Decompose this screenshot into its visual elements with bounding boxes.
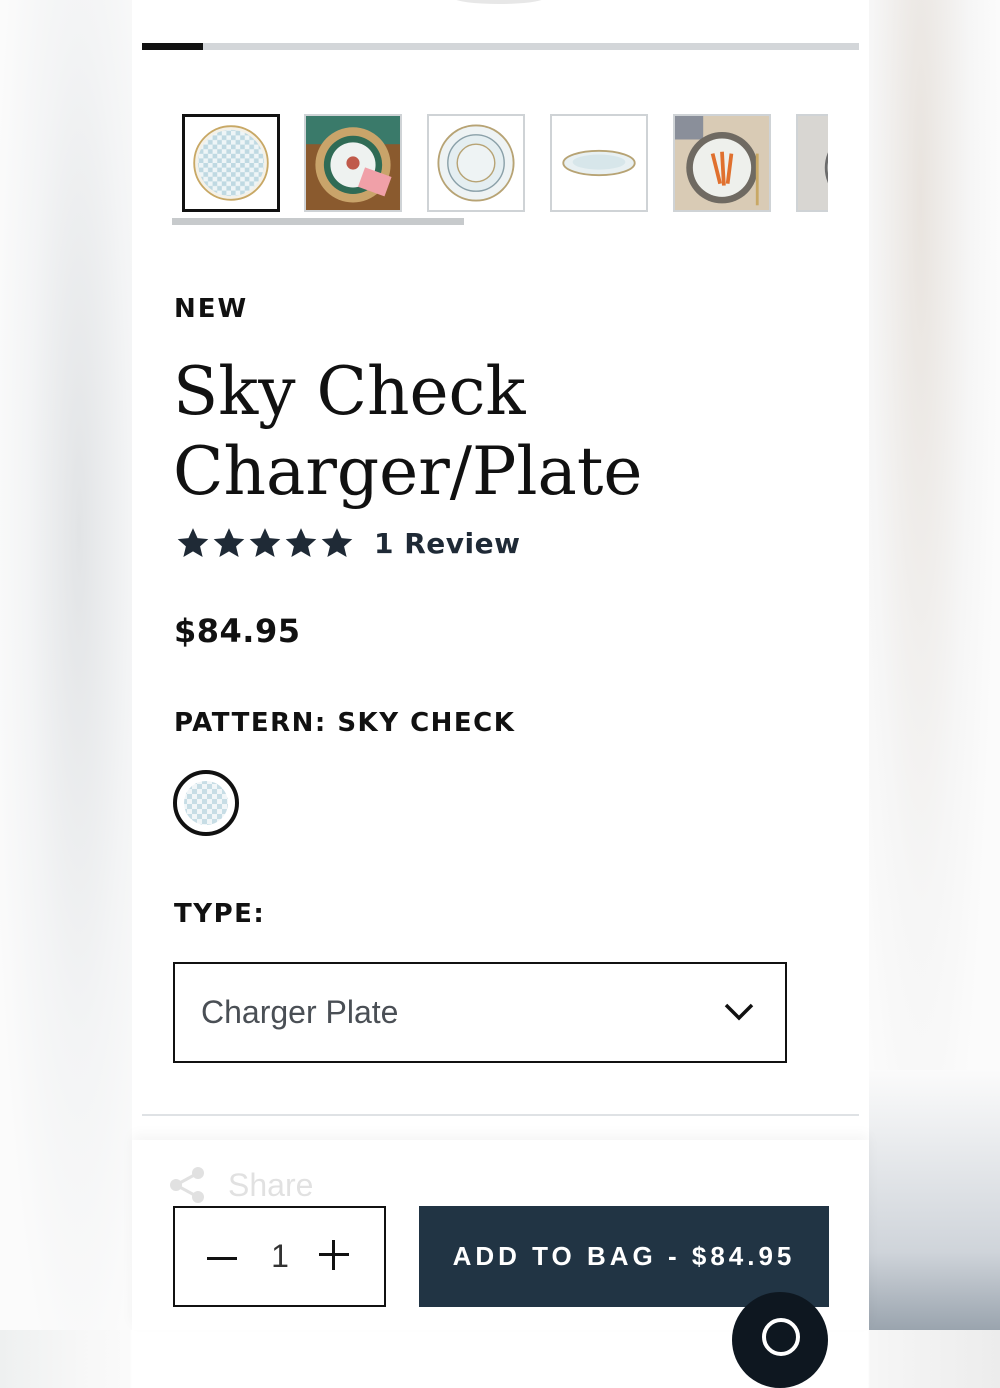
new-badge: NEW: [174, 294, 249, 324]
sky-check-swatch-image: [180, 777, 232, 829]
thumbnail-scrollbar[interactable]: [172, 218, 464, 225]
thumbnail-table-setting-carrots[interactable]: [673, 114, 771, 212]
add-to-bag-button[interactable]: ADD TO BAG - $84.95: [419, 1206, 829, 1307]
section-divider: [142, 1114, 859, 1116]
plate-partial-image: [798, 116, 828, 210]
star-icon: [321, 528, 353, 558]
share-icon: [170, 1167, 204, 1203]
plate-side-image: [552, 116, 646, 210]
star-icon: [249, 528, 281, 558]
pattern-label: PATTERN: SKY CHECK: [174, 708, 516, 738]
table-setting-image: [306, 116, 400, 210]
gallery-progress-fill: [142, 43, 203, 50]
thumbnail-table-setting-green[interactable]: [304, 114, 402, 212]
plate-front-image: [185, 117, 277, 209]
star-icon: [213, 528, 245, 558]
quantity-decrease-button[interactable]: [203, 1244, 239, 1274]
star-icon: [285, 528, 317, 558]
rating-stars: [176, 526, 356, 560]
share-label: Share: [228, 1166, 314, 1203]
review-count-link[interactable]: 1 Review: [374, 527, 521, 560]
chevron-down-icon: [724, 1003, 754, 1021]
table-setting-carrots-image: [675, 116, 769, 210]
thumbnail-plate-stack[interactable]: [427, 114, 525, 212]
image-edge: [454, 0, 544, 4]
type-label: TYPE:: [174, 899, 266, 929]
chat-icon: [762, 1318, 800, 1356]
quantity-increase-button[interactable]: [317, 1238, 351, 1272]
chat-button[interactable]: [732, 1292, 828, 1388]
quantity-stepper[interactable]: 1: [173, 1206, 386, 1307]
thumbnail-plate-partial[interactable]: [796, 114, 828, 212]
thumbnail-plate-front[interactable]: [182, 114, 280, 212]
plate-stack-image: [429, 116, 523, 210]
product-price: $84.95: [174, 612, 301, 650]
product-title: Sky Check Charger/Plate: [173, 353, 643, 510]
quantity-value[interactable]: 1: [265, 1238, 295, 1275]
product-page: NEW Sky Check Charger/Plate 1 Review $84…: [132, 0, 869, 1388]
star-icon: [177, 528, 209, 558]
type-select[interactable]: Charger Plate: [173, 962, 787, 1063]
share-link[interactable]: Share: [168, 1165, 313, 1205]
background-left: [0, 0, 132, 1330]
gallery-progress-bar: [142, 43, 859, 50]
background-right-bottom: [868, 1070, 1000, 1330]
type-select-value: Charger Plate: [201, 994, 399, 1030]
thumbnail-strip[interactable]: [182, 112, 828, 218]
pattern-swatch-sky-check[interactable]: [173, 770, 239, 836]
thumbnail-plate-side-view[interactable]: [550, 114, 648, 212]
rating[interactable]: 1 Review: [176, 526, 521, 560]
